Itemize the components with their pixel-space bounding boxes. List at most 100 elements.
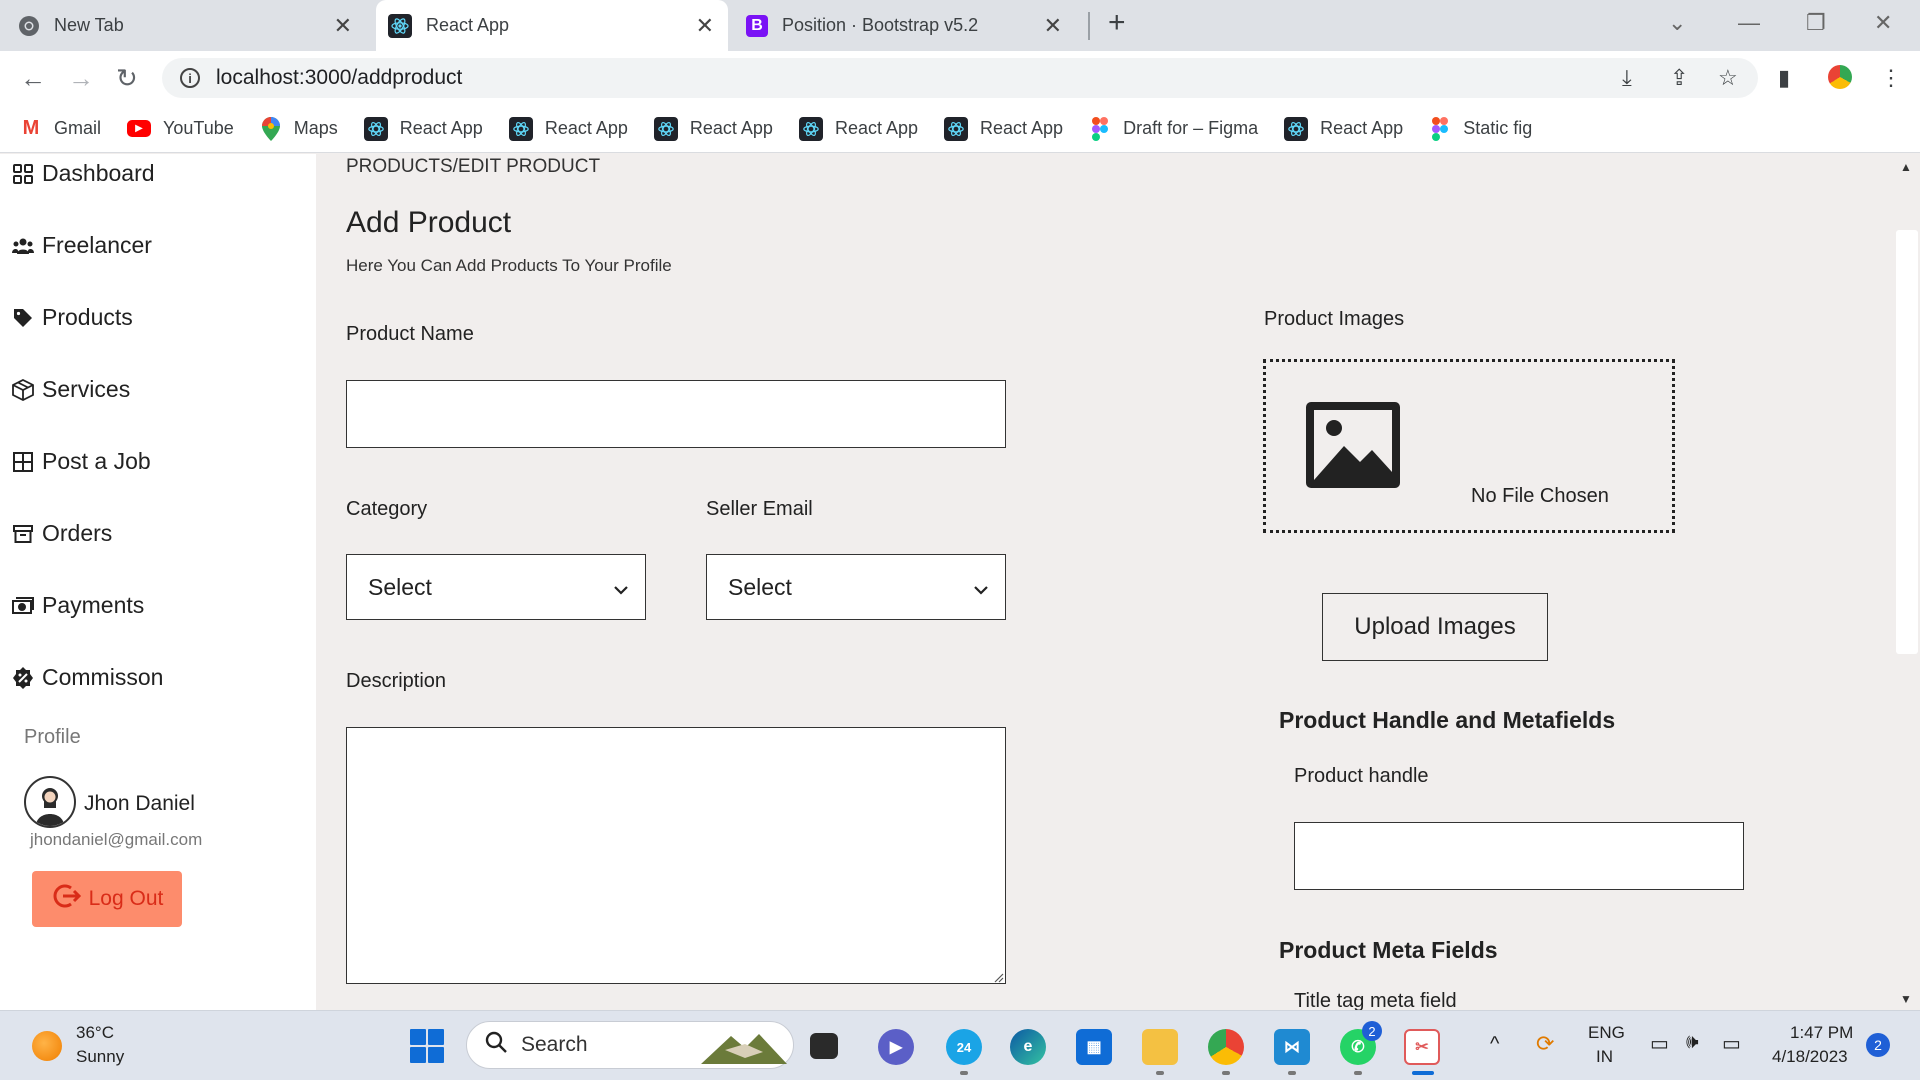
minimize-icon[interactable]: — <box>1738 10 1760 36</box>
weather-condition[interactable]: Sunny <box>76 1047 124 1067</box>
image-dropzone[interactable]: No File Chosen <box>1263 359 1675 533</box>
battery-icon[interactable]: ▭ <box>1722 1031 1741 1056</box>
bookmark-label: YouTube <box>163 118 234 138</box>
bookmark-youtube[interactable]: ▶ YouTube <box>127 118 234 139</box>
close-icon[interactable]: ✕ <box>696 13 714 39</box>
profile-avatar-icon[interactable] <box>1828 65 1852 89</box>
page-title: Add Product <box>346 206 512 239</box>
tab-new-tab[interactable]: New Tab ✕ <box>18 0 366 51</box>
sync-icon[interactable]: ⟳ <box>1536 1031 1554 1057</box>
url-text[interactable]: localhost:3000/addproduct <box>216 66 462 90</box>
snipping-tool-icon[interactable]: ✂ <box>1404 1029 1440 1065</box>
weather-sun-icon[interactable] <box>32 1031 62 1061</box>
react-icon <box>944 116 969 141</box>
tab-react-app[interactable]: React App ✕ <box>376 0 728 51</box>
teams-chat-icon[interactable]: ▶ <box>878 1029 914 1065</box>
logout-button[interactable]: Log Out <box>32 871 182 927</box>
sidebar-item-freelancer[interactable]: Freelancer <box>12 232 152 259</box>
taskbar-search-box[interactable]: Search <box>466 1021 794 1069</box>
task-view-icon[interactable] <box>810 1033 838 1059</box>
new-tab-button[interactable]: + <box>1108 6 1126 40</box>
bookmark-figma-draft[interactable]: Draft for – Figma <box>1089 116 1258 141</box>
start-button[interactable] <box>410 1029 444 1063</box>
share-icon[interactable]: ⇪ <box>1670 65 1688 91</box>
vscode-icon[interactable]: ⋈ <box>1274 1029 1310 1065</box>
calendar-widget-icon[interactable]: 24 <box>946 1029 982 1065</box>
menu-kebab-icon[interactable]: ⋮ <box>1880 65 1902 91</box>
volume-icon[interactable]: 🕪 <box>1686 1031 1699 1054</box>
sidebar-item-dashboard[interactable]: Dashboard <box>12 160 155 187</box>
edge-browser-icon[interactable]: e <box>1010 1029 1046 1065</box>
sidebar-item-services[interactable]: Services <box>12 376 130 403</box>
chrome-taskbar-icon[interactable] <box>1208 1029 1244 1065</box>
user-email: jhondaniel@gmail.com <box>30 830 203 849</box>
close-icon[interactable]: ✕ <box>334 13 352 39</box>
tab-bootstrap[interactable]: B Position · Bootstrap v5.2 ✕ <box>746 0 1076 51</box>
page-scrollbar[interactable]: ▲ ▼ <box>1894 154 1920 1010</box>
bookmark-gmail[interactable]: M Gmail <box>20 117 101 140</box>
tab-title: Position · Bootstrap v5.2 <box>782 15 979 35</box>
close-icon[interactable]: ✕ <box>1044 13 1062 39</box>
seller-email-selected-value: Select <box>728 573 792 600</box>
weather-temperature[interactable]: 36°C <box>76 1023 114 1043</box>
bookmark-react-app[interactable]: React App <box>798 116 919 141</box>
gmail-icon: M <box>22 117 40 139</box>
page-subtitle: Here You Can Add Products To Your Profil… <box>346 256 672 275</box>
restore-icon[interactable]: ❐ <box>1806 10 1826 36</box>
install-icon[interactable]: ⤓ <box>1622 65 1632 91</box>
logout-label: Log Out <box>88 887 164 910</box>
notification-count-badge[interactable]: 2 <box>1866 1033 1890 1057</box>
sidebar-item-orders[interactable]: Orders <box>12 520 112 547</box>
bookmark-react-app[interactable]: React App <box>653 116 773 141</box>
scroll-up-arrow-icon[interactable]: ▲ <box>1900 160 1912 174</box>
resize-grip-icon[interactable] <box>992 970 1004 983</box>
file-explorer-icon[interactable] <box>1142 1029 1178 1065</box>
bookmark-static-fig[interactable]: Static fig <box>1429 116 1532 141</box>
side-panel-icon[interactable]: ▮ <box>1778 65 1790 91</box>
product-handle-input[interactable] <box>1294 822 1744 890</box>
bookmark-react-app[interactable]: React App <box>508 116 628 141</box>
tab-search-icon[interactable]: ⌄ <box>1668 10 1686 36</box>
clock-date[interactable]: 4/18/2023 <box>1772 1047 1848 1067</box>
info-icon[interactable]: i <box>180 68 200 88</box>
scrollbar-thumb[interactable] <box>1896 230 1918 654</box>
language-indicator[interactable]: ENG <box>1588 1023 1625 1043</box>
description-textarea[interactable] <box>346 727 1006 984</box>
sidebar-item-post-a-job[interactable]: Post a Job <box>12 448 151 475</box>
category-select[interactable]: Select <box>346 554 646 620</box>
back-icon[interactable]: ← <box>20 63 46 94</box>
microsoft-store-icon[interactable]: ▦ <box>1076 1029 1112 1065</box>
bookmark-react-app[interactable]: React App <box>1284 116 1403 141</box>
region-indicator[interactable]: IN <box>1596 1047 1613 1067</box>
windows-logo-tile <box>410 1047 426 1063</box>
show-hidden-icons-chevron-icon[interactable]: ^ <box>1490 1033 1499 1056</box>
running-indicator <box>1354 1071 1362 1075</box>
running-indicator <box>960 1071 968 1075</box>
reload-icon[interactable]: ↻ <box>116 63 138 94</box>
react-icon <box>508 116 533 141</box>
clock-time[interactable]: 1:47 PM <box>1790 1023 1853 1043</box>
browser-tab-bar: New Tab ✕ React App ✕ B Position · Boots… <box>0 0 1920 51</box>
bookmark-star-icon[interactable]: ☆ <box>1718 65 1738 91</box>
address-bar[interactable]: i localhost:3000/addproduct <box>162 58 1758 98</box>
tab-title: React App <box>426 15 510 35</box>
sidebar-item-label: Orders <box>42 520 113 546</box>
seller-email-select[interactable]: Select <box>706 554 1006 620</box>
windows-logo-tile <box>428 1029 444 1045</box>
active-app-indicator <box>1412 1071 1434 1075</box>
sidebar-item-products[interactable]: Products <box>12 304 133 331</box>
window-close-icon[interactable]: ✕ <box>1874 10 1892 36</box>
sidebar-item-payments[interactable]: Payments <box>12 592 144 619</box>
bookmark-react-app[interactable]: React App <box>363 116 483 141</box>
product-images-label: Product Images <box>1264 308 1405 330</box>
bookmark-maps[interactable]: Maps <box>260 116 338 141</box>
bookmark-label: React App <box>834 118 919 138</box>
upload-images-button[interactable]: Upload Images <box>1322 593 1548 661</box>
forward-icon[interactable]: → <box>68 63 94 94</box>
avatar[interactable] <box>24 776 76 828</box>
network-icon[interactable]: ▭ <box>1650 1031 1669 1056</box>
sidebar-item-commisson[interactable]: Commisson <box>12 664 163 691</box>
bookmark-react-app[interactable]: React App <box>944 116 1063 141</box>
scroll-down-arrow-icon[interactable]: ▼ <box>1900 992 1912 1006</box>
product-name-input[interactable] <box>346 380 1006 448</box>
